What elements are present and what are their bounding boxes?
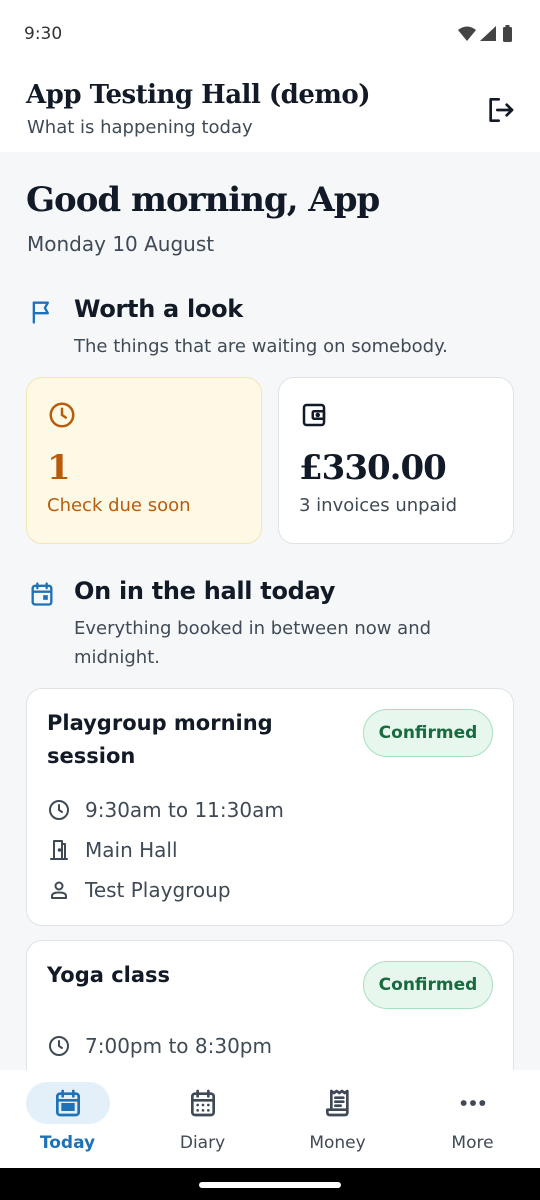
nav-label-diary: Diary [179, 1133, 226, 1153]
battery-icon [503, 25, 512, 42]
gesture-bar [0, 1168, 540, 1200]
section-title-worth-a-look: Worth a look [74, 295, 243, 323]
stat-label-checks: Check due soon [47, 495, 191, 516]
booking-time: 9:30am to 11:30am [85, 798, 284, 822]
section-title-on-today: On in the hall today [74, 577, 336, 605]
booking-title: Yoga class [47, 963, 171, 987]
stat-value-checks: 1 [47, 448, 71, 488]
greeting-headline: Good morning, App [26, 180, 380, 220]
booking-title: Playgroup morning session [47, 711, 273, 768]
booking-hirer-row: Test Playgroup [47, 875, 231, 905]
stat-value-invoices: £330.00 [299, 448, 447, 488]
today-date: Monday 10 August [27, 232, 215, 256]
diary-calendar-icon [191, 1089, 215, 1117]
bottom-nav: Today Diary Money More [0, 1070, 540, 1168]
status-bar: 9:30 [0, 0, 540, 70]
booking-time-row: 7:00pm to 8:30pm [47, 1031, 272, 1061]
app-title: App Testing Hall (demo) [26, 80, 371, 110]
booking-time-row: 9:30am to 11:30am [47, 795, 284, 825]
clock-icon [49, 800, 69, 820]
booking-card[interactable]: Yoga class Confirmed 7:00pm to 8:30pm [26, 940, 514, 1070]
signal-icon [480, 26, 496, 41]
nav-item-today[interactable]: Today [0, 1070, 135, 1168]
logout-button[interactable] [482, 92, 518, 128]
wifi-icon [458, 26, 476, 41]
nav-item-diary[interactable]: Diary [135, 1070, 270, 1168]
section-subtitle-on-today: Everything booked in between now and mid… [74, 618, 432, 668]
today-calendar-icon [56, 1089, 80, 1117]
clock-icon [49, 402, 75, 428]
app-bar: App Testing Hall (demo) What is happenin… [0, 70, 540, 152]
booking-room-row: Main Hall [47, 835, 178, 865]
calendar-icon [31, 582, 53, 606]
booking-hirer: Test Playgroup [85, 878, 231, 902]
nav-label-money: Money [309, 1133, 366, 1153]
nav-item-money[interactable]: Money [270, 1070, 405, 1168]
door-icon [50, 840, 68, 860]
nav-label-today: Today [39, 1133, 96, 1153]
status-badge: Confirmed [363, 709, 493, 757]
stat-label-invoices: 3 invoices unpaid [299, 495, 458, 516]
nav-label-more: More [451, 1133, 494, 1153]
receipt-icon [326, 1089, 349, 1117]
wallet-icon [302, 403, 326, 427]
logout-icon [489, 98, 514, 122]
stat-card-invoices[interactable]: £330.00 3 invoices unpaid [278, 377, 514, 544]
booking-time: 7:00pm to 8:30pm [85, 1034, 272, 1058]
booking-card[interactable]: Playgroup morning session Confirmed 9:30… [26, 688, 514, 926]
gesture-handle[interactable] [199, 1182, 341, 1188]
clock-icon [49, 1036, 69, 1056]
status-icons [456, 24, 518, 44]
flag-icon [32, 301, 49, 324]
nav-item-more[interactable]: More [405, 1070, 540, 1168]
main-content[interactable]: Good morning, App Monday 10 August Worth… [0, 152, 540, 1070]
stat-card-checks[interactable]: 1 Check due soon [26, 377, 262, 544]
person-icon [51, 881, 67, 899]
status-badge: Confirmed [363, 961, 493, 1009]
booking-room: Main Hall [85, 838, 178, 862]
section-subtitle-worth-a-look: The things that are waiting on somebody. [74, 336, 448, 357]
more-dots-icon [460, 1100, 486, 1106]
app-subtitle: What is happening today [27, 117, 253, 138]
status-time: 9:30 [24, 24, 63, 44]
